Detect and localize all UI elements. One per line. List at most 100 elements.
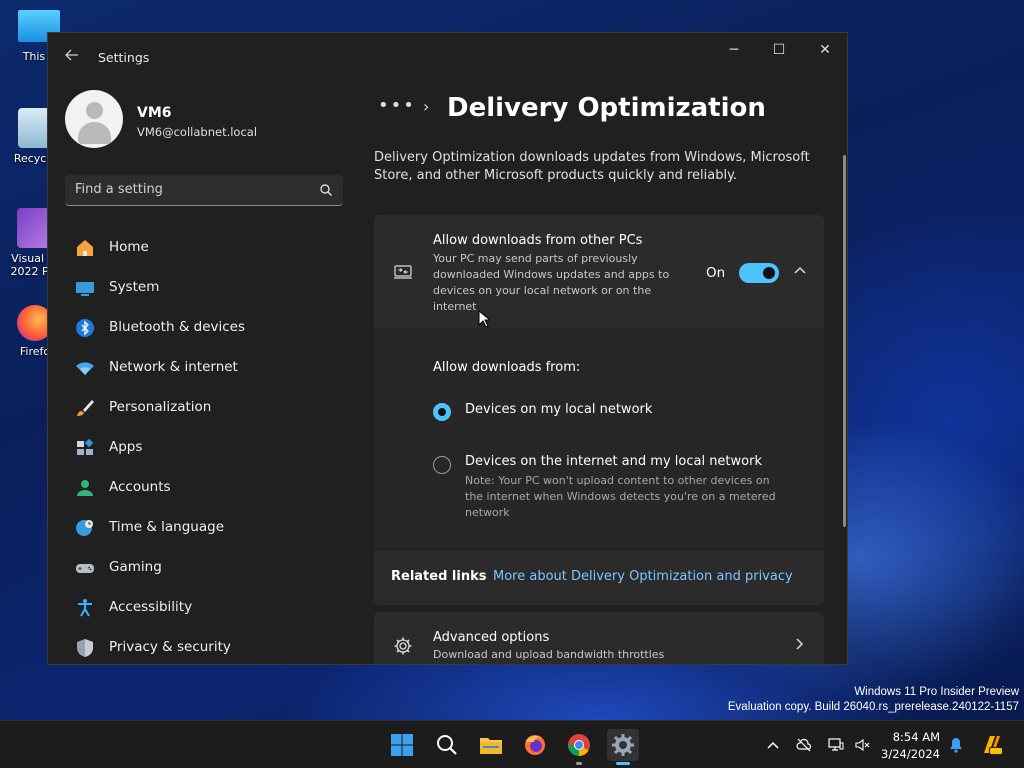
close-button[interactable]: ✕ xyxy=(809,41,841,63)
profile-name: VM6 xyxy=(137,105,172,121)
home-icon xyxy=(77,240,93,256)
sidebar-item-accounts[interactable]: Accounts xyxy=(65,468,345,508)
sidebar-nav: Home System Bluetooth & devices Network … xyxy=(65,228,345,664)
radio-dot xyxy=(438,408,446,416)
laptop-share-icon xyxy=(394,265,412,279)
radio-internet-and-local[interactable] xyxy=(433,456,451,474)
sidebar-item-gaming[interactable]: Gaming xyxy=(65,548,345,588)
sidebar-item-bluetooth[interactable]: Bluetooth & devices xyxy=(65,308,345,348)
settings-window: Settings ─ ☐ ✕ VM6 VM6@collabnet.local F… xyxy=(47,32,848,665)
advanced-options-title: Advanced options xyxy=(433,630,550,645)
volume-muted-icon[interactable] xyxy=(854,737,870,753)
brush-icon xyxy=(77,400,94,416)
chevron-up-icon[interactable] xyxy=(792,263,808,279)
sidebar-item-label: Home xyxy=(109,239,149,255)
firefox-icon xyxy=(525,735,545,755)
accessibility-icon xyxy=(78,599,92,617)
watermark-line: Evaluation copy. Build 26040.rs_prerelea… xyxy=(727,701,1019,713)
copilot-icon[interactable] xyxy=(980,733,1004,757)
clock-time[interactable]: 8:54 AM xyxy=(893,730,940,744)
network-icon[interactable] xyxy=(828,737,844,753)
breadcrumb-separator: › xyxy=(423,97,430,116)
chrome-icon xyxy=(568,734,590,756)
sidebar-item-label: Gaming xyxy=(109,559,162,575)
avatar-body xyxy=(78,122,111,144)
radio-internet-note: Note: Your PC won't upload content to ot… xyxy=(465,474,776,519)
profile-email: VM6@collabnet.local xyxy=(137,125,258,139)
running-indicator xyxy=(576,762,582,765)
start-button[interactable] xyxy=(386,729,418,761)
apps-icon xyxy=(77,438,94,455)
chevron-right-icon xyxy=(796,638,804,650)
chrome-button[interactable] xyxy=(563,729,595,765)
sidebar-item-system[interactable]: System xyxy=(65,268,345,308)
bluetooth-icon xyxy=(76,319,94,337)
app-title: Settings xyxy=(98,50,150,65)
search-icon[interactable] xyxy=(319,183,333,197)
allow-downloads-toggle[interactable] xyxy=(739,263,779,283)
radio-local-network-label[interactable]: Devices on my local network xyxy=(465,402,652,417)
avatar-head xyxy=(86,102,103,119)
maximize-button[interactable]: ☐ xyxy=(763,41,795,63)
advanced-options-description: Download and upload bandwidth throttles xyxy=(433,648,665,661)
allow-downloads-description: Your PC may send parts of previously dow… xyxy=(433,252,670,313)
gamepad-icon xyxy=(76,564,94,573)
settings-taskbar-button[interactable] xyxy=(607,729,639,765)
allow-from-label: Allow downloads from: xyxy=(433,360,581,375)
scrollbar[interactable] xyxy=(843,155,846,527)
sidebar-item-label: Personalization xyxy=(109,399,212,415)
sidebar-item-label: Apps xyxy=(109,439,143,455)
sidebar-item-apps[interactable]: Apps xyxy=(65,428,345,468)
accounts-icon xyxy=(77,480,93,496)
sidebar-item-time-language[interactable]: Time & language xyxy=(65,508,345,548)
toggle-state-label: On xyxy=(706,265,726,281)
radio-internet-and-local-label[interactable]: Devices on the internet and my local net… xyxy=(465,454,762,469)
title-bar[interactable]: Settings ─ ☐ ✕ xyxy=(48,33,847,81)
allow-downloads-title: Allow downloads from other PCs xyxy=(433,233,643,248)
clock-date[interactable]: 3/24/2024 xyxy=(881,747,940,761)
mouse-cursor-icon xyxy=(478,310,490,328)
sidebar-item-home[interactable]: Home xyxy=(65,228,345,268)
sidebar-item-label: System xyxy=(109,279,160,295)
sidebar-item-accessibility[interactable]: Accessibility xyxy=(65,588,345,628)
sidebar-item-personalization[interactable]: Personalization xyxy=(65,388,345,428)
gear-icon xyxy=(612,734,634,756)
sidebar-item-label: Accessibility xyxy=(109,599,193,615)
radio-local-network[interactable] xyxy=(433,403,451,421)
firefox-button[interactable] xyxy=(519,729,551,761)
sidebar-item-label: Accounts xyxy=(109,479,171,495)
sidebar-item-label: Privacy & security xyxy=(109,639,231,655)
watermark-line: Windows 11 Pro Insider Preview xyxy=(854,686,1019,698)
active-indicator xyxy=(616,762,630,765)
sidebar-item-label: Network & internet xyxy=(109,359,238,375)
windows-logo-icon xyxy=(391,734,413,756)
taskbar: 8:54 AM 3/24/2024 xyxy=(0,720,1024,768)
allow-downloads-options: Allow downloads from: Devices on my loca… xyxy=(374,330,824,549)
page-description: Delivery Optimization downloads updates … xyxy=(374,150,810,183)
sidebar-item-label: Time & language xyxy=(109,519,225,535)
cloud-off-icon[interactable] xyxy=(796,737,812,753)
advanced-options-item[interactable]: Advanced options Download and upload ban… xyxy=(374,612,824,664)
avatar[interactable] xyxy=(65,90,123,148)
delivery-optimization-privacy-link[interactable]: More about Delivery Optimization and pri… xyxy=(493,569,793,584)
related-links-label: Related links xyxy=(391,569,487,584)
search-input[interactable]: Find a setting xyxy=(75,182,163,197)
chevron-up-icon[interactable] xyxy=(765,737,781,753)
allow-downloads-card[interactable]: Allow downloads from other PCs Your PC m… xyxy=(374,215,824,329)
system-icon xyxy=(76,282,94,296)
sidebar-item-network[interactable]: Network & internet xyxy=(65,348,345,388)
shield-icon xyxy=(77,639,93,657)
folder-icon xyxy=(480,738,502,754)
back-arrow-icon xyxy=(65,49,78,61)
file-explorer-button[interactable] xyxy=(475,729,507,761)
time-language-icon xyxy=(76,520,93,536)
sidebar-item-privacy-security[interactable]: Privacy & security xyxy=(65,628,345,664)
search-button[interactable] xyxy=(431,729,463,761)
breadcrumb-more-button[interactable]: ••• xyxy=(378,95,416,116)
notification-bell-icon[interactable] xyxy=(948,737,964,753)
wifi-icon xyxy=(76,362,94,375)
back-button[interactable] xyxy=(60,47,84,67)
minimize-button[interactable]: ─ xyxy=(718,41,750,63)
search-box[interactable]: Find a setting xyxy=(65,175,343,206)
page-title: Delivery Optimization xyxy=(447,93,766,123)
